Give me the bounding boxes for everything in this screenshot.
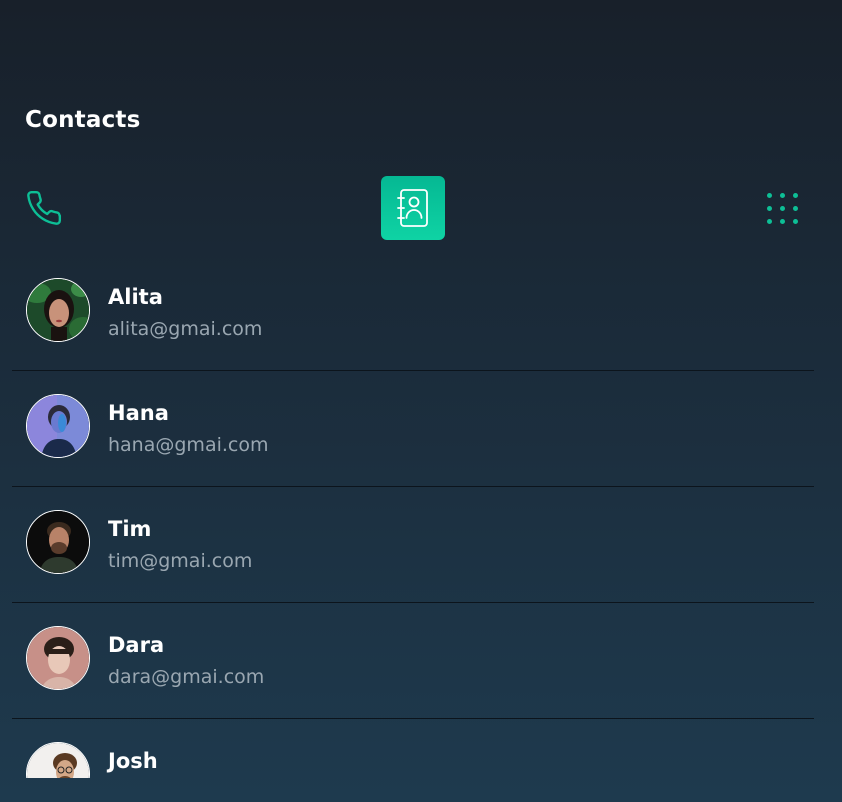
- contact-list[interactable]: Alita alita@gmai.com Hana hana@gmai.com: [12, 255, 814, 778]
- page-title: Contacts: [25, 107, 141, 133]
- avatar: [26, 510, 90, 574]
- avatar: [26, 626, 90, 690]
- contact-row-josh[interactable]: Josh: [12, 719, 814, 778]
- contact-email: alita@gmai.com: [108, 318, 263, 340]
- contact-email: tim@gmai.com: [108, 550, 253, 572]
- contact-row-alita[interactable]: Alita alita@gmai.com: [12, 255, 814, 371]
- phone-icon: [27, 190, 62, 225]
- contact-name: Josh: [108, 749, 158, 773]
- contact-row-tim[interactable]: Tim tim@gmai.com: [12, 487, 814, 603]
- contact-row-hana[interactable]: Hana hana@gmai.com: [12, 371, 814, 487]
- contacts-app: Contacts Alita alita@gmai.com Hana hana@…: [0, 0, 842, 802]
- contact-name: Tim: [108, 517, 152, 541]
- dialpad-button[interactable]: [760, 188, 804, 228]
- contacts-tab-button[interactable]: [381, 176, 445, 240]
- contact-email: dara@gmai.com: [108, 666, 265, 688]
- contact-email: hana@gmai.com: [108, 434, 269, 456]
- toolbar: [0, 176, 842, 240]
- avatar: [26, 742, 90, 778]
- contact-name: Hana: [108, 401, 169, 425]
- contact-row-dara[interactable]: Dara dara@gmai.com: [12, 603, 814, 719]
- contact-name: Dara: [108, 633, 165, 657]
- contact-book-icon: [397, 189, 428, 227]
- contact-name: Alita: [108, 285, 163, 309]
- phone-button[interactable]: [22, 188, 66, 228]
- avatar: [26, 394, 90, 458]
- dialpad-grid-icon: [766, 192, 798, 224]
- avatar: [26, 278, 90, 342]
